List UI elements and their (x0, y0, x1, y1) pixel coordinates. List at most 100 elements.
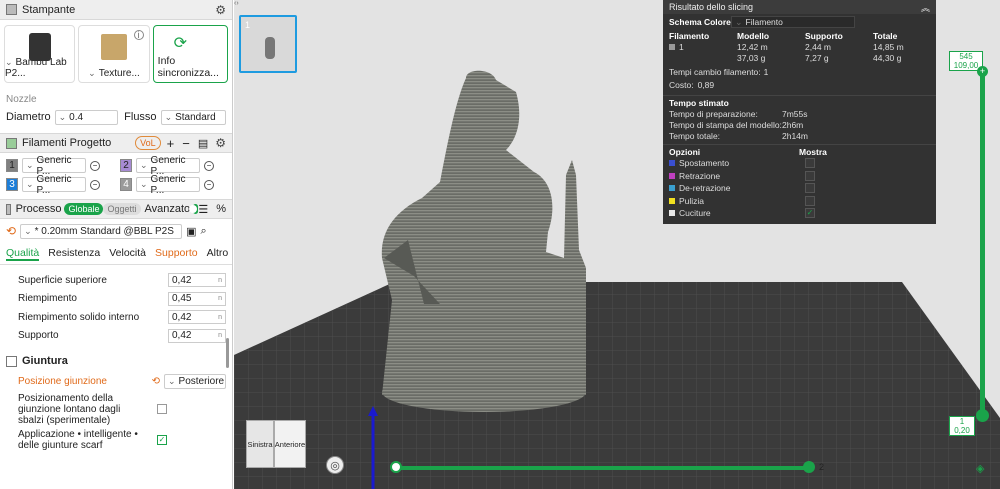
tab-support[interactable]: Supporto (155, 247, 198, 261)
collapse-icon[interactable]: ‹› (234, 0, 244, 10)
cube-front-face[interactable]: Anteriore (274, 420, 306, 468)
diameter-value: 0.4 (69, 111, 84, 123)
cost-label: Costo: (669, 79, 694, 90)
save-icon[interactable]: ▣ (186, 225, 196, 238)
global-tab[interactable]: Globale (64, 203, 104, 215)
chevron-down-icon: ⌄ (5, 57, 13, 67)
option-name: Spostamento (679, 158, 730, 169)
horizontal-slider-track[interactable] (392, 466, 810, 470)
header-filament: Filamento (669, 30, 710, 41)
param-input[interactable]: 0,42 n (168, 328, 226, 343)
option-name: Retrazione (679, 170, 721, 181)
profile-select[interactable]: ⌄ * 0.20mm Standard @BBL P2S (20, 223, 183, 239)
tab-quality[interactable]: Qualità (6, 247, 40, 261)
horizontal-slider-start[interactable] (390, 461, 402, 473)
bottom-layer-height: 0,20 (954, 426, 970, 435)
travel-swatch (669, 160, 675, 167)
option-checkbox[interactable] (805, 183, 815, 194)
option-checkbox-checked[interactable]: ✓ (805, 208, 815, 219)
filament-select[interactable]: ⌄ Generic P... (22, 174, 86, 196)
seam-far-checkbox[interactable] (157, 404, 167, 414)
seam-swatch (669, 210, 675, 217)
gear-icon[interactable]: ⚙ (215, 3, 226, 17)
left-scrollbar[interactable] (226, 338, 229, 368)
cube-left-face[interactable]: Sinistra (246, 420, 274, 468)
plate-card[interactable]: i ⌄ Texture... (78, 25, 150, 83)
param-input[interactable]: 0,45 n (168, 291, 226, 306)
volume-badge[interactable]: VoL (135, 136, 161, 150)
param-unit: n (218, 276, 222, 284)
remove-filament-icon[interactable]: − (90, 179, 100, 190)
param-label: Riempimento solido interno (18, 311, 140, 323)
filament-select[interactable]: ⌄ Generic P... (136, 174, 200, 196)
flow-select[interactable]: ⌄ Standard (160, 109, 226, 125)
gear-icon[interactable]: ⚙ (215, 136, 226, 150)
remove-filament-icon[interactable]: − (204, 160, 214, 171)
view-cube[interactable]: Sinistra Anteriore (246, 420, 306, 468)
vertical-slider-track[interactable] (980, 70, 985, 415)
remove-filament-icon[interactable]: − (204, 179, 214, 190)
param-input[interactable]: 0,42 n (168, 273, 226, 288)
vertical-slider-top-handle[interactable]: + (977, 66, 988, 77)
chevron-down-icon: ⌄ (26, 160, 34, 170)
profile-row: ⟲ ⌄ * 0.20mm Standard @BBL P2S ▣ ⌕ (0, 219, 232, 243)
param-row: Riempimento 0,45 n (0, 290, 232, 309)
chevron-down-icon: ⌄ (24, 225, 32, 236)
sync-card[interactable]: ⟳ Info sincronizza... (152, 25, 228, 83)
process-section-header: Processo Globale Oggetti Avanzato ☰ % (0, 199, 232, 219)
support-length: 2,44 m (805, 42, 831, 52)
color-scheme-select[interactable]: ⌄ Filamento (731, 16, 855, 28)
reset-icon[interactable]: ⟲ (152, 376, 160, 387)
filament-number: 2 (120, 159, 132, 172)
printer-card[interactable]: ⌄ Bambu Lab P2... (4, 25, 76, 83)
tab-other[interactable]: Altro (207, 247, 229, 261)
filament-select[interactable]: ⌄ Generic P... (22, 155, 86, 177)
remove-filament-icon[interactable]: − (90, 160, 100, 171)
option-row: Retrazione (663, 170, 936, 183)
prep-label: Tempo di preparazione: (669, 108, 758, 119)
flow-value: Standard (175, 111, 216, 123)
info-icon[interactable]: i (133, 30, 144, 40)
chevron-down-icon: ⌄ (735, 16, 743, 27)
filament-item[interactable]: 1 ⌄ Generic P... − (6, 155, 112, 177)
reset-icon[interactable]: ⟲ (6, 224, 16, 238)
changes-label: Tempi cambio filamento: (669, 66, 761, 77)
compare-icon[interactable]: % (216, 203, 226, 215)
list-icon[interactable]: ☰ (198, 203, 208, 216)
param-input[interactable]: 0,42 n (168, 310, 226, 325)
vertical-slider-bottom-handle[interactable] (976, 409, 989, 422)
layers-icon[interactable]: ◈ (976, 462, 984, 475)
sync-filament-icon[interactable]: ▤ (198, 137, 208, 150)
print-row: Tempo di stampa del modello: 2h6m (663, 119, 936, 130)
filament-select[interactable]: ⌄ Generic P... (136, 155, 200, 177)
tab-speed[interactable]: Velocità (109, 247, 146, 261)
tab-strength[interactable]: Resistenza (48, 247, 100, 261)
advanced-toggle[interactable] (189, 204, 199, 214)
camera-reset-icon[interactable]: ◎ (326, 456, 344, 474)
horizontal-slider-handle[interactable] (803, 461, 815, 473)
filament-item[interactable]: 4 ⌄ Generic P... − (120, 174, 226, 196)
sync-icon: ⟳ (173, 35, 188, 52)
search-icon[interactable]: ⌕ (200, 225, 206, 238)
diameter-select[interactable]: ⌄ 0.4 (54, 109, 119, 125)
seam-position-select[interactable]: ⌄ Posteriore (164, 373, 226, 389)
changes-value: 1 (763, 66, 769, 77)
deretraction-swatch (669, 185, 675, 192)
printer-image (28, 33, 51, 61)
option-checkbox[interactable] (805, 195, 815, 206)
param-label: Riempimento (18, 293, 77, 305)
option-checkbox[interactable] (805, 158, 815, 169)
collapse-up-icon[interactable]: ︽ (921, 1, 930, 14)
add-icon[interactable]: + (167, 136, 175, 151)
scarf-checkbox[interactable]: ✓ (157, 435, 167, 445)
remove-icon[interactable]: − (182, 136, 190, 151)
header-total: Totale (873, 30, 898, 41)
filament-item[interactable]: 3 ⌄ Generic P... − (6, 174, 112, 196)
option-checkbox[interactable] (805, 170, 815, 181)
filament-number: 1 (6, 159, 18, 172)
seam-title: Giuntura (22, 355, 68, 367)
filament-number: 4 (120, 178, 132, 191)
objects-tab[interactable]: Oggetti (103, 203, 141, 215)
filament-item[interactable]: 2 ⌄ Generic P... − (120, 155, 226, 177)
plate-thumbnail[interactable]: 1 (239, 15, 297, 73)
